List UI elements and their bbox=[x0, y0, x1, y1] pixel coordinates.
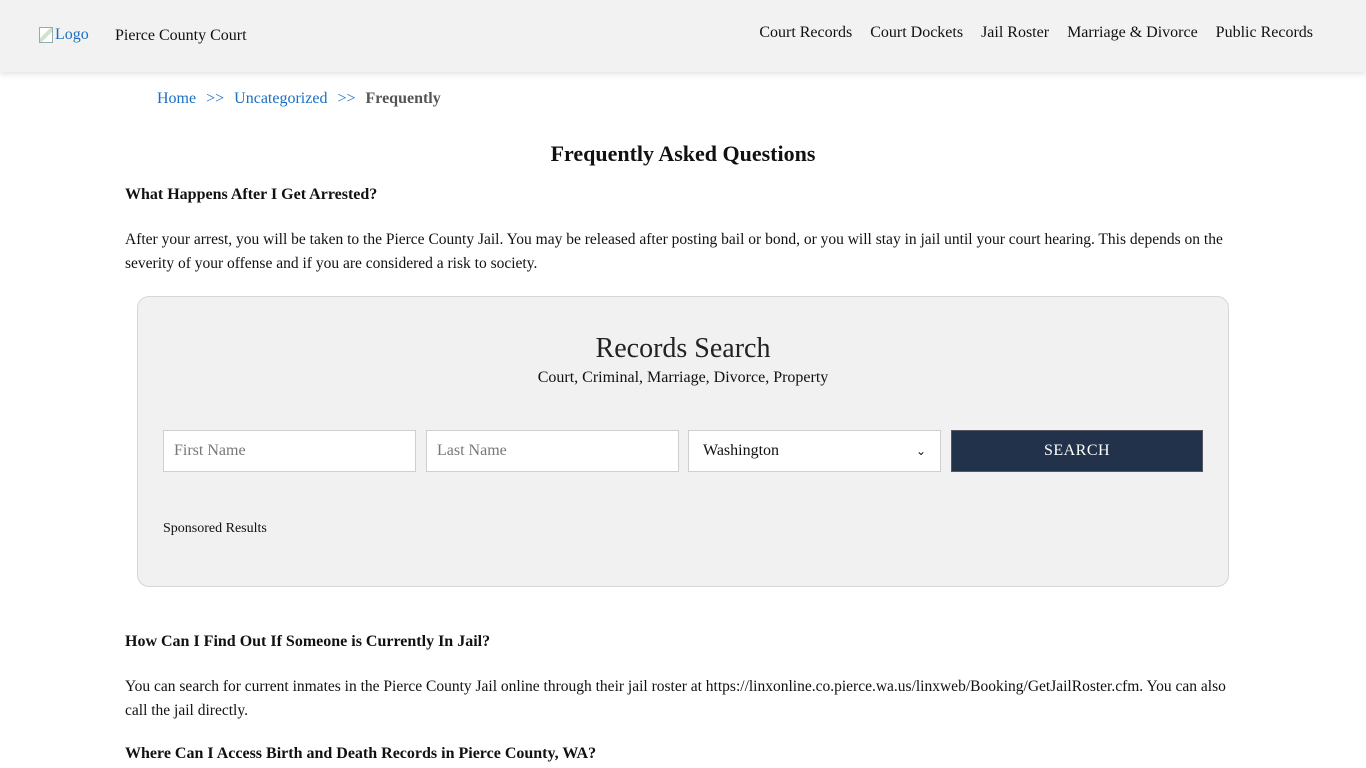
nav-jail-roster[interactable]: Jail Roster bbox=[981, 24, 1049, 42]
nav-court-records[interactable]: Court Records bbox=[759, 24, 852, 42]
records-search-panel: Records Search Court, Criminal, Marriage… bbox=[137, 296, 1229, 587]
nav-court-dockets[interactable]: Court Dockets bbox=[870, 24, 963, 42]
last-name-input[interactable] bbox=[426, 430, 679, 472]
first-name-input[interactable] bbox=[163, 430, 416, 472]
faq-answer: After your arrest, you will be taken to … bbox=[125, 231, 1223, 272]
breadcrumb-separator: >> bbox=[206, 90, 225, 107]
breadcrumb-category[interactable]: Uncategorized bbox=[234, 90, 327, 108]
state-select[interactable]: Washington ⌄ bbox=[688, 430, 941, 472]
main-nav: Court Records Court Dockets Jail Roster … bbox=[759, 24, 1313, 42]
site-header: Logo Pierce County Court Court Records C… bbox=[0, 0, 1366, 72]
breadcrumb: Home >> Uncategorized >> Frequently bbox=[157, 90, 441, 108]
breadcrumb-current: Frequently bbox=[365, 90, 441, 107]
state-select-value: Washington bbox=[703, 442, 780, 459]
broken-image-icon bbox=[39, 27, 53, 43]
faq-answer: You can search for current inmates in th… bbox=[125, 678, 1226, 719]
page-title: Frequently Asked Questions bbox=[550, 141, 816, 166]
faq-question: What Happens After I Get Arrested? bbox=[125, 186, 378, 203]
sponsored-results-label: Sponsored Results bbox=[163, 521, 267, 536]
search-title: Records Search bbox=[595, 333, 771, 364]
nav-public-records[interactable]: Public Records bbox=[1216, 24, 1313, 42]
breadcrumb-home[interactable]: Home bbox=[157, 90, 196, 108]
chevron-down-icon: ⌄ bbox=[915, 444, 926, 458]
faq-question: How Can I Find Out If Someone is Current… bbox=[125, 633, 491, 650]
search-subtitle: Court, Criminal, Marriage, Divorce, Prop… bbox=[537, 369, 829, 386]
nav-marriage-divorce[interactable]: Marriage & Divorce bbox=[1067, 24, 1198, 42]
site-logo[interactable]: Logo bbox=[39, 26, 89, 44]
logo-alt-text: Logo bbox=[55, 26, 89, 43]
breadcrumb-separator: >> bbox=[337, 90, 356, 107]
search-button[interactable]: SEARCH bbox=[951, 430, 1203, 472]
site-title[interactable]: Pierce County Court bbox=[115, 27, 247, 45]
faq-question: Where Can I Access Birth and Death Recor… bbox=[125, 745, 597, 762]
